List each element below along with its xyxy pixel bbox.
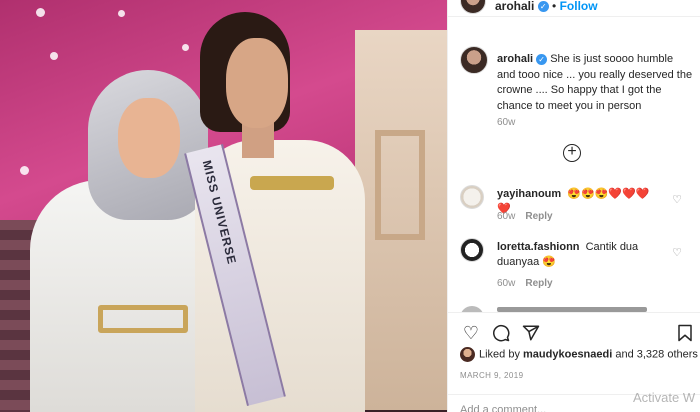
bookmark-icon[interactable] bbox=[674, 322, 696, 344]
stage-light bbox=[118, 10, 125, 17]
header-separator: • bbox=[552, 0, 557, 13]
header-divider bbox=[448, 16, 700, 17]
header-avatar[interactable] bbox=[460, 0, 486, 14]
comment-item-partial bbox=[460, 304, 696, 312]
follow-button[interactable]: Follow bbox=[560, 0, 598, 13]
comment-meta: 60w Reply bbox=[497, 211, 553, 222]
likes-line: Liked by maudykoesnaedi and 3,328 others bbox=[460, 347, 700, 363]
comment-username[interactable]: yayihanoum bbox=[497, 188, 561, 200]
plus-circle-icon[interactable]: + bbox=[563, 144, 581, 162]
comment-time[interactable]: 60w bbox=[497, 211, 515, 222]
reply-button[interactable]: Reply bbox=[525, 211, 552, 222]
stage-light bbox=[50, 52, 58, 60]
stage-light bbox=[20, 166, 29, 175]
gold-bodice-trim bbox=[250, 176, 334, 190]
gold-belt bbox=[98, 305, 188, 333]
liker-username[interactable]: maudykoesnaedi bbox=[523, 348, 612, 360]
caption-avatar[interactable] bbox=[460, 46, 488, 74]
heart-icon[interactable]: ♡ bbox=[672, 193, 682, 206]
comment-icon[interactable] bbox=[490, 322, 512, 344]
heart-icon[interactable]: ♡ bbox=[672, 246, 682, 259]
comment-avatar[interactable] bbox=[460, 185, 484, 209]
verified-icon: ✓ bbox=[537, 1, 549, 13]
comment-item: yayihanoum 😍😍😍❤️❤️❤️❤️ 60w Reply ♡ bbox=[460, 185, 696, 233]
likes-suffix[interactable]: and 3,328 others bbox=[612, 348, 698, 360]
caption-time[interactable]: 60w bbox=[497, 117, 515, 128]
likes-prefix: Liked by bbox=[479, 348, 524, 361]
heart-icon[interactable]: ♡ bbox=[460, 322, 482, 344]
header-username[interactable]: arohali bbox=[495, 0, 534, 13]
comments-divider bbox=[448, 312, 700, 313]
liker-avatar[interactable] bbox=[460, 347, 475, 362]
verified-icon: ✓ bbox=[536, 53, 548, 65]
caption-username[interactable]: arohali bbox=[497, 53, 533, 65]
post-photo[interactable]: MISS UNIVERSE bbox=[0, 0, 447, 412]
backdrop-frame bbox=[375, 130, 425, 240]
action-bar: ♡ bbox=[460, 322, 696, 344]
comment-avatar[interactable] bbox=[460, 238, 484, 262]
post-sidebar: arohali ✓ • Follow arohali ✓ She is just… bbox=[447, 0, 700, 412]
comment-time[interactable]: 60w bbox=[497, 278, 515, 289]
share-icon[interactable] bbox=[520, 322, 542, 344]
reply-button[interactable]: Reply bbox=[525, 278, 552, 289]
caption: arohali ✓ She is just soooo humble and t… bbox=[497, 52, 693, 114]
comment-item: loretta.fashionn Cantik dua duanyaa 😍 60… bbox=[460, 238, 696, 298]
post-header: arohali ✓ • Follow bbox=[495, 0, 598, 13]
comment-body: loretta.fashionn Cantik dua duanyaa 😍 bbox=[497, 240, 657, 270]
stage-light bbox=[182, 44, 189, 51]
comment-username[interactable]: loretta.fashionn bbox=[497, 241, 580, 253]
post-date[interactable]: MARCH 9, 2019 bbox=[460, 371, 523, 380]
person-right-face bbox=[226, 38, 288, 128]
person-left-face bbox=[118, 98, 180, 178]
comment-meta: 60w Reply bbox=[497, 278, 553, 289]
add-comment-input[interactable]: Add a comment... bbox=[460, 404, 546, 412]
stage-light bbox=[36, 8, 45, 17]
windows-activation-watermark: Activate W bbox=[633, 390, 696, 405]
